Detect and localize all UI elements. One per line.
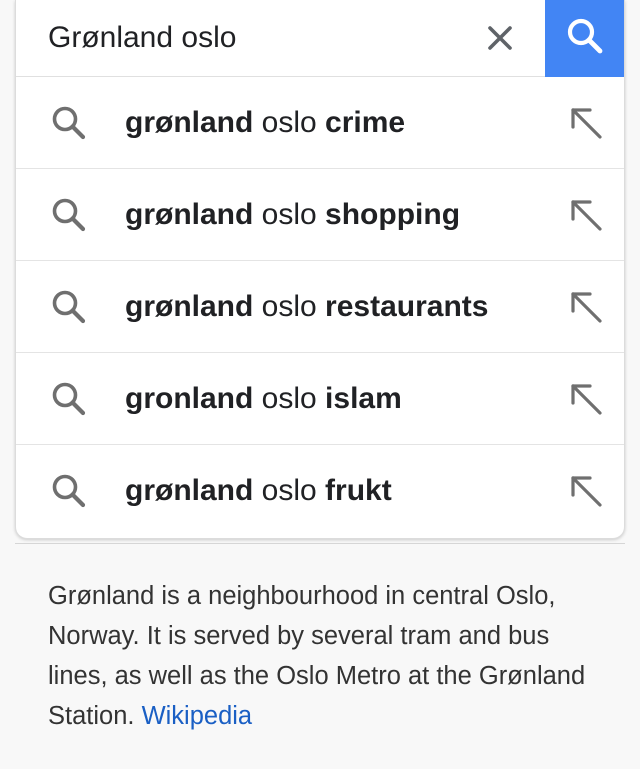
suggestion-text: gronland oslo islam (125, 353, 402, 445)
search-icon (565, 16, 605, 61)
search-icon (50, 288, 88, 326)
suggestion-item[interactable]: grønland oslo shopping (16, 169, 624, 261)
suggestion-middle: oslo (253, 382, 326, 415)
knowledge-snippet: Grønland is a neighbourhood in central O… (48, 576, 608, 736)
suggestion-bold-prefix: grønland (125, 290, 254, 323)
suggestion-text: grønland oslo restaurants (125, 261, 488, 353)
arrow-up-left-icon[interactable] (568, 289, 604, 325)
arrow-up-left-icon[interactable] (568, 105, 604, 141)
suggestion-bold-prefix: grønland (125, 474, 254, 507)
suggestion-bold-suffix: frukt (325, 474, 392, 507)
arrow-up-left-icon[interactable] (568, 473, 604, 509)
suggestion-item[interactable]: grønland oslo restaurants (16, 261, 624, 353)
search-icon (50, 196, 88, 234)
suggestion-bold-suffix: islam (325, 382, 402, 415)
suggestion-item[interactable]: gronland oslo islam (16, 353, 624, 445)
suggestion-text: grønland oslo shopping (125, 169, 460, 261)
suggestion-middle: oslo (253, 106, 326, 139)
suggestion-bold-prefix: grønland (125, 106, 254, 139)
suggestion-bold-suffix: restaurants (325, 290, 489, 323)
search-icon (50, 380, 88, 418)
suggestion-item[interactable]: grønland oslo frukt (16, 445, 624, 537)
suggestion-bold-suffix: crime (325, 106, 406, 139)
suggestion-middle: oslo (253, 198, 326, 231)
search-button[interactable] (545, 0, 624, 77)
suggestion-text: grønland oslo crime (125, 77, 405, 169)
suggestion-bold-prefix: gronland (125, 382, 254, 415)
close-icon[interactable] (482, 20, 518, 56)
suggestion-bold-suffix: shopping (325, 198, 461, 231)
snippet-text: Grønland is a neighbourhood in central O… (48, 582, 586, 730)
search-icon (50, 472, 88, 510)
wikipedia-link[interactable]: Wikipedia (142, 702, 253, 730)
search-bar: Grønland oslo (16, 0, 624, 77)
suggestion-middle: oslo (253, 474, 326, 507)
search-autocomplete-card: Grønland oslo grønland oslo crime grønla… (15, 0, 625, 539)
search-input[interactable]: Grønland oslo (48, 0, 236, 76)
suggestion-bold-prefix: grønland (125, 198, 254, 231)
arrow-up-left-icon[interactable] (568, 197, 604, 233)
arrow-up-left-icon[interactable] (568, 381, 604, 417)
suggestion-middle: oslo (253, 290, 326, 323)
search-icon (50, 104, 88, 142)
suggestion-item[interactable]: grønland oslo crime (16, 77, 624, 169)
section-divider (15, 543, 625, 544)
suggestion-text: grønland oslo frukt (125, 445, 392, 537)
